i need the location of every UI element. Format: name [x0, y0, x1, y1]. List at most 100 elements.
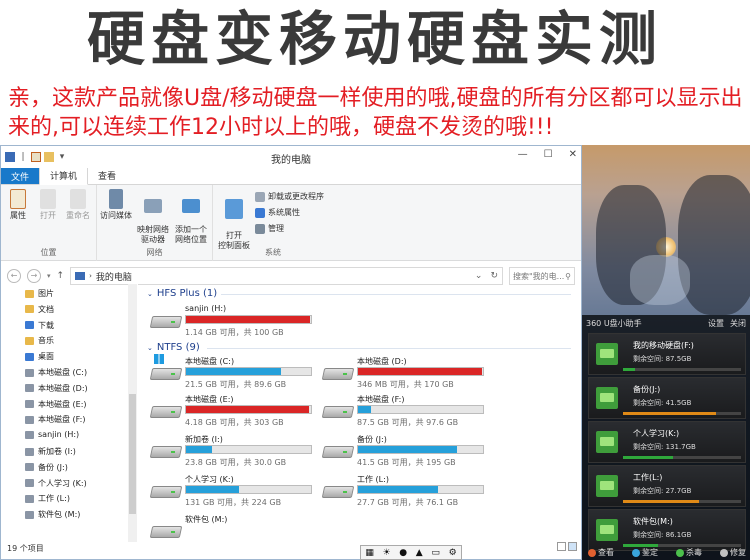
nav-item[interactable]: 本地磁盘 (E:): [25, 399, 87, 410]
drive-tile[interactable]: 备份 (J:) 41.5 GB 可用，共 195 GB: [321, 434, 498, 472]
drive-usage-fill: [358, 486, 438, 493]
up-icon[interactable]: ↑: [57, 271, 65, 281]
drive-tile[interactable]: 本地磁盘 (F:) 87.5 GB 可用，共 97.6 GB: [321, 394, 498, 432]
widget-close-button[interactable]: 关闭: [730, 318, 746, 329]
minimize-icon[interactable]: —: [518, 149, 528, 160]
system-icon: [255, 207, 265, 218]
widget-settings-button[interactable]: 设置: [708, 318, 724, 329]
nav-item-label: 图片: [38, 289, 54, 298]
details-view-icon[interactable]: [557, 542, 566, 551]
view-button[interactable]: 查看: [588, 547, 614, 558]
drive-tile[interactable]: 个人学习 (K:) 131 GB 可用，共 224 GB: [149, 474, 326, 512]
add-location-button[interactable]: 添加一个 网络位置: [173, 189, 209, 245]
close-icon[interactable]: ✕: [569, 149, 577, 160]
search-input[interactable]: 搜索"我的电... ⚲: [509, 267, 575, 285]
footer-icon: [632, 548, 640, 557]
back-icon[interactable]: ←: [7, 269, 21, 283]
nav-item[interactable]: sanjin (H:): [25, 430, 79, 439]
widget-usage-fill: [623, 456, 673, 459]
widget-drive-free: 剩余空间: 87.5GB: [633, 355, 692, 363]
nav-item[interactable]: 下载: [25, 320, 54, 331]
hard-drive-icon: [321, 364, 355, 382]
control-panel-button[interactable]: 打开 控制面板: [217, 189, 251, 251]
drive-capacity-text: 346 MB 可用，共 170 GB: [357, 380, 454, 389]
address-box[interactable]: › 我的电脑 ⌄ ↻: [70, 267, 503, 285]
widget-drive-item[interactable]: 工作(L:) 剩余空间: 27.7GB: [588, 465, 746, 507]
group-header-hfs[interactable]: ⌄ HFS Plus (1): [147, 288, 217, 299]
tab-view[interactable]: 查看: [88, 167, 126, 184]
uninstall-button[interactable]: 卸载或更改程序: [255, 191, 324, 202]
brightness-icon[interactable]: ☀: [383, 548, 391, 558]
system-properties-button[interactable]: 系统属性: [255, 207, 300, 218]
inspect-button[interactable]: 鉴定: [632, 547, 658, 558]
drive-capacity-text: 41.5 GB 可用，共 195 GB: [357, 458, 456, 467]
nav-item[interactable]: 本地磁盘 (F:): [25, 414, 85, 425]
nav-item-label: 桌面: [38, 352, 54, 362]
group-header-ntfs[interactable]: ⌄ NTFS (9): [147, 342, 200, 353]
drive-tile[interactable]: 本地磁盘 (D:) 346 MB 可用，共 170 GB: [321, 356, 498, 394]
nav-scrollbar[interactable]: [128, 284, 137, 542]
nav-item[interactable]: 软件包 (M:): [25, 509, 80, 520]
refresh-icon[interactable]: ↻: [490, 271, 498, 281]
nav-item[interactable]: 文档: [25, 304, 54, 315]
forward-icon[interactable]: →: [27, 269, 41, 283]
banner-subtitle: 亲，这款产品就像U盘/移动硬盘一样使用的哦,硬盘的所有分区都可以显示出来的,可以…: [8, 86, 743, 140]
manage-label: 管理: [268, 224, 284, 233]
manage-icon: [255, 223, 265, 234]
circle-icon[interactable]: ●: [399, 548, 407, 558]
drive-tile[interactable]: sanjin (H:) 1.14 GB 可用，共 100 GB: [149, 304, 326, 342]
widget-drive-item[interactable]: 软件包(M:) 剩余空间: 86.1GB: [588, 509, 746, 551]
properties-button[interactable]: 属性: [5, 189, 31, 221]
nav-item[interactable]: 音乐: [25, 335, 54, 346]
nav-item-label: 本地磁盘 (D:): [38, 383, 88, 393]
widget-drive-item[interactable]: 个人学习(K:) 剩余空间: 131.7GB: [588, 421, 746, 463]
drive-icon: [25, 368, 34, 377]
tab-computer[interactable]: 计算机: [39, 166, 89, 185]
nav-item[interactable]: 工作 (L:): [25, 493, 70, 504]
antivirus-button[interactable]: 杀毒: [676, 547, 702, 558]
open-button[interactable]: 打开: [35, 189, 61, 221]
nav-item[interactable]: 个人学习 (K:): [25, 478, 87, 489]
nav-item[interactable]: 新加卷 (I:): [25, 446, 76, 457]
drive-name: 软件包 (M:): [185, 515, 228, 524]
drive-name: 本地磁盘 (E:): [185, 395, 234, 404]
gear-icon[interactable]: ⚙: [449, 548, 457, 558]
monitor-icon[interactable]: ▭: [431, 548, 440, 558]
nav-item[interactable]: 本地磁盘 (D:): [25, 383, 88, 394]
nav-item[interactable]: 备份 (J:): [25, 462, 68, 473]
widget-drive-name: 备份(J:): [633, 385, 661, 394]
nav-item[interactable]: 图片: [25, 288, 54, 299]
tab-file[interactable]: 文件: [1, 167, 40, 184]
drive-tile[interactable]: 本地磁盘 (E:) 4.18 GB 可用，共 303 GB: [149, 394, 326, 432]
nav-item-label: 本地磁盘 (F:): [38, 415, 86, 425]
widget-drive-item[interactable]: 备份(J:) 剩余空间: 41.5GB: [588, 377, 746, 419]
nav-item-label: 音乐: [38, 336, 54, 346]
grid-icon[interactable]: ▦: [365, 548, 374, 558]
widget-drive-item[interactable]: 我的移动硬盘(F:) 剩余空间: 87.5GB: [588, 333, 746, 375]
manage-button[interactable]: 管理: [255, 223, 284, 234]
widget-usage-fill: [623, 412, 717, 415]
eject-icon[interactable]: ▲: [416, 548, 423, 558]
repair-button[interactable]: 修复: [720, 547, 746, 558]
drive-name: sanjin (H:): [185, 304, 227, 313]
maximize-icon[interactable]: ☐: [544, 149, 553, 160]
widget-drive-free: 剩余空间: 86.1GB: [633, 531, 692, 539]
tiles-view-icon[interactable]: [568, 542, 577, 551]
drive-tile[interactable]: 新加卷 (I:) 23.8 GB 可用，共 30.0 GB: [149, 434, 326, 472]
drive-name: 本地磁盘 (F:): [357, 395, 405, 404]
map-drive-button[interactable]: 映射网络 驱动器: [135, 189, 171, 245]
access-media-button[interactable]: 访问媒体: [99, 189, 133, 221]
drive-tile[interactable]: 软件包 (M:): [149, 514, 326, 552]
chevron-down-icon[interactable]: ⌄: [475, 271, 483, 281]
drive-capacity-text: 1.14 GB 可用，共 100 GB: [185, 328, 284, 337]
nav-item[interactable]: 桌面: [25, 351, 54, 362]
drive-tile[interactable]: 本地磁盘 (C:) 21.5 GB 可用，共 89.6 GB: [149, 354, 326, 394]
nav-scrollbar-thumb[interactable]: [129, 394, 136, 514]
recent-dropdown-icon[interactable]: ▾: [47, 272, 51, 280]
rename-button[interactable]: 重命名: [63, 189, 93, 221]
drive-name: 工作 (L:): [357, 475, 389, 484]
footer-icon: [676, 548, 684, 557]
drive-tile[interactable]: 工作 (L:) 27.7 GB 可用，共 76.1 GB: [321, 474, 498, 512]
nav-item[interactable]: 本地磁盘 (C:): [25, 367, 87, 378]
media-icon: [109, 189, 123, 209]
